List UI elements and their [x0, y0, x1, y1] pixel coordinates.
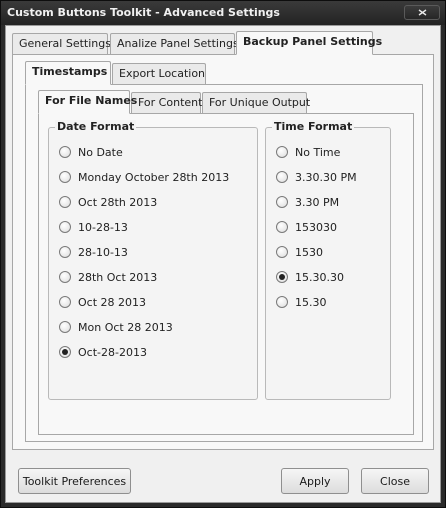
- apply-button[interactable]: Apply: [281, 468, 349, 494]
- date-option-no-date[interactable]: No Date: [59, 144, 123, 160]
- radio-button[interactable]: [59, 246, 71, 258]
- window-title: Custom Buttons Toolkit - Advanced Settin…: [7, 6, 280, 19]
- date-option-oct-28th-2013[interactable]: Oct 28th 2013: [59, 194, 157, 210]
- time-option-15-30[interactable]: 15.30: [276, 294, 327, 310]
- button-label: Toolkit Preferences: [22, 474, 127, 488]
- time-format-group: Time Format No Time 3.30.30 PM 3.30 PM 1…: [265, 120, 391, 400]
- radio-button[interactable]: [276, 196, 288, 208]
- date-format-group: Date Format No Date Monday October 28th …: [48, 120, 258, 400]
- time-option-15-30-30[interactable]: 15.30.30: [276, 269, 344, 285]
- radio-button[interactable]: [276, 171, 288, 183]
- radio-button-selected[interactable]: [59, 346, 71, 358]
- tab-for-content[interactable]: For Content: [131, 92, 203, 114]
- date-option-10-28-13[interactable]: 10-28-13: [59, 219, 128, 235]
- tab-for-unique-output[interactable]: For Unique Output: [202, 92, 311, 114]
- radio-button[interactable]: [59, 171, 71, 183]
- radio-label: 10-28-13: [78, 220, 128, 234]
- backup-panel: Timestamps Export Location For File Name…: [12, 54, 434, 450]
- tab-analize-panel-settings[interactable]: Analize Panel Settings: [110, 33, 239, 55]
- date-option-mon-oct-28-2013[interactable]: Mon Oct 28 2013: [59, 319, 173, 335]
- radio-label: 28-10-13: [78, 245, 128, 259]
- tab-label: Export Location: [119, 67, 206, 80]
- radio-label: Oct-28-2013: [78, 345, 147, 359]
- radio-button[interactable]: [59, 221, 71, 233]
- date-option-28-10-13[interactable]: 28-10-13: [59, 244, 128, 260]
- radio-label: Mon Oct 28 2013: [78, 320, 173, 334]
- date-option-28th-oct-2013[interactable]: 28th Oct 2013: [59, 269, 157, 285]
- close-button[interactable]: Close: [361, 468, 429, 494]
- file-names-panel: Date Format No Date Monday October 28th …: [38, 113, 414, 435]
- radio-button[interactable]: [59, 296, 71, 308]
- date-option-oct-28-2013[interactable]: Oct 28 2013: [59, 294, 146, 310]
- radio-button-selected[interactable]: [276, 271, 288, 283]
- window-close-button[interactable]: [404, 5, 440, 20]
- radio-button[interactable]: [276, 296, 288, 308]
- tab-label: For Unique Output: [209, 96, 311, 109]
- button-label: Apply: [299, 474, 331, 488]
- toolkit-preferences-button[interactable]: Toolkit Preferences: [18, 468, 131, 494]
- tab-general-settings[interactable]: General Settings: [12, 33, 111, 55]
- tab-label: For Content: [138, 96, 203, 109]
- settings-window: Custom Buttons Toolkit - Advanced Settin…: [0, 0, 446, 508]
- tab-label: Analize Panel Settings: [117, 37, 239, 50]
- radio-button[interactable]: [59, 196, 71, 208]
- radio-button[interactable]: [276, 246, 288, 258]
- radio-label: 1530: [295, 245, 323, 259]
- time-option-no-time[interactable]: No Time: [276, 144, 340, 160]
- radio-label: 3.30.30 PM: [295, 170, 357, 184]
- radio-label: 3.30 PM: [295, 195, 340, 209]
- radio-label: 153030: [295, 220, 337, 234]
- date-option-long[interactable]: Monday October 28th 2013: [59, 169, 229, 185]
- title-bar[interactable]: Custom Buttons Toolkit - Advanced Settin…: [1, 1, 445, 25]
- tab-label: Timestamps: [32, 65, 108, 78]
- tab-timestamps[interactable]: Timestamps: [25, 61, 111, 85]
- radio-label: Oct 28th 2013: [78, 195, 158, 209]
- radio-label: Oct 28 2013: [78, 295, 147, 309]
- radio-button[interactable]: [276, 146, 288, 158]
- button-label: Close: [380, 474, 410, 488]
- tab-label: Backup Panel Settings: [243, 35, 383, 48]
- time-format-title: Time Format: [272, 120, 355, 133]
- radio-label: Monday October 28th 2013: [78, 170, 230, 184]
- radio-label: 15.30.30: [295, 270, 344, 284]
- radio-label: 15.30: [295, 295, 327, 309]
- radio-label: 28th Oct 2013: [78, 270, 158, 284]
- tab-label: For File Names: [45, 94, 138, 107]
- tab-export-location[interactable]: Export Location: [112, 63, 206, 85]
- date-format-title: Date Format: [55, 120, 137, 133]
- time-option-153030[interactable]: 153030: [276, 219, 337, 235]
- time-option-3-30-30-pm[interactable]: 3.30.30 PM: [276, 169, 357, 185]
- radio-button[interactable]: [59, 321, 71, 333]
- close-icon: [418, 9, 427, 16]
- radio-label: No Date: [78, 145, 123, 159]
- tab-for-file-names[interactable]: For File Names: [38, 90, 137, 114]
- time-option-1530[interactable]: 1530: [276, 244, 323, 260]
- time-option-3-30-pm[interactable]: 3.30 PM: [276, 194, 339, 210]
- date-option-oct-dash-28-2013[interactable]: Oct-28-2013: [59, 344, 147, 360]
- radio-button[interactable]: [59, 271, 71, 283]
- window-client-area: General Settings Analize Panel Settings …: [5, 25, 441, 503]
- radio-button[interactable]: [59, 146, 71, 158]
- timestamps-panel: For File Names For Content For Unique Ou…: [25, 84, 423, 442]
- radio-button[interactable]: [276, 221, 288, 233]
- tab-label: General Settings: [19, 37, 111, 50]
- tab-backup-panel-settings[interactable]: Backup Panel Settings: [236, 31, 382, 55]
- radio-label: No Time: [295, 145, 341, 159]
